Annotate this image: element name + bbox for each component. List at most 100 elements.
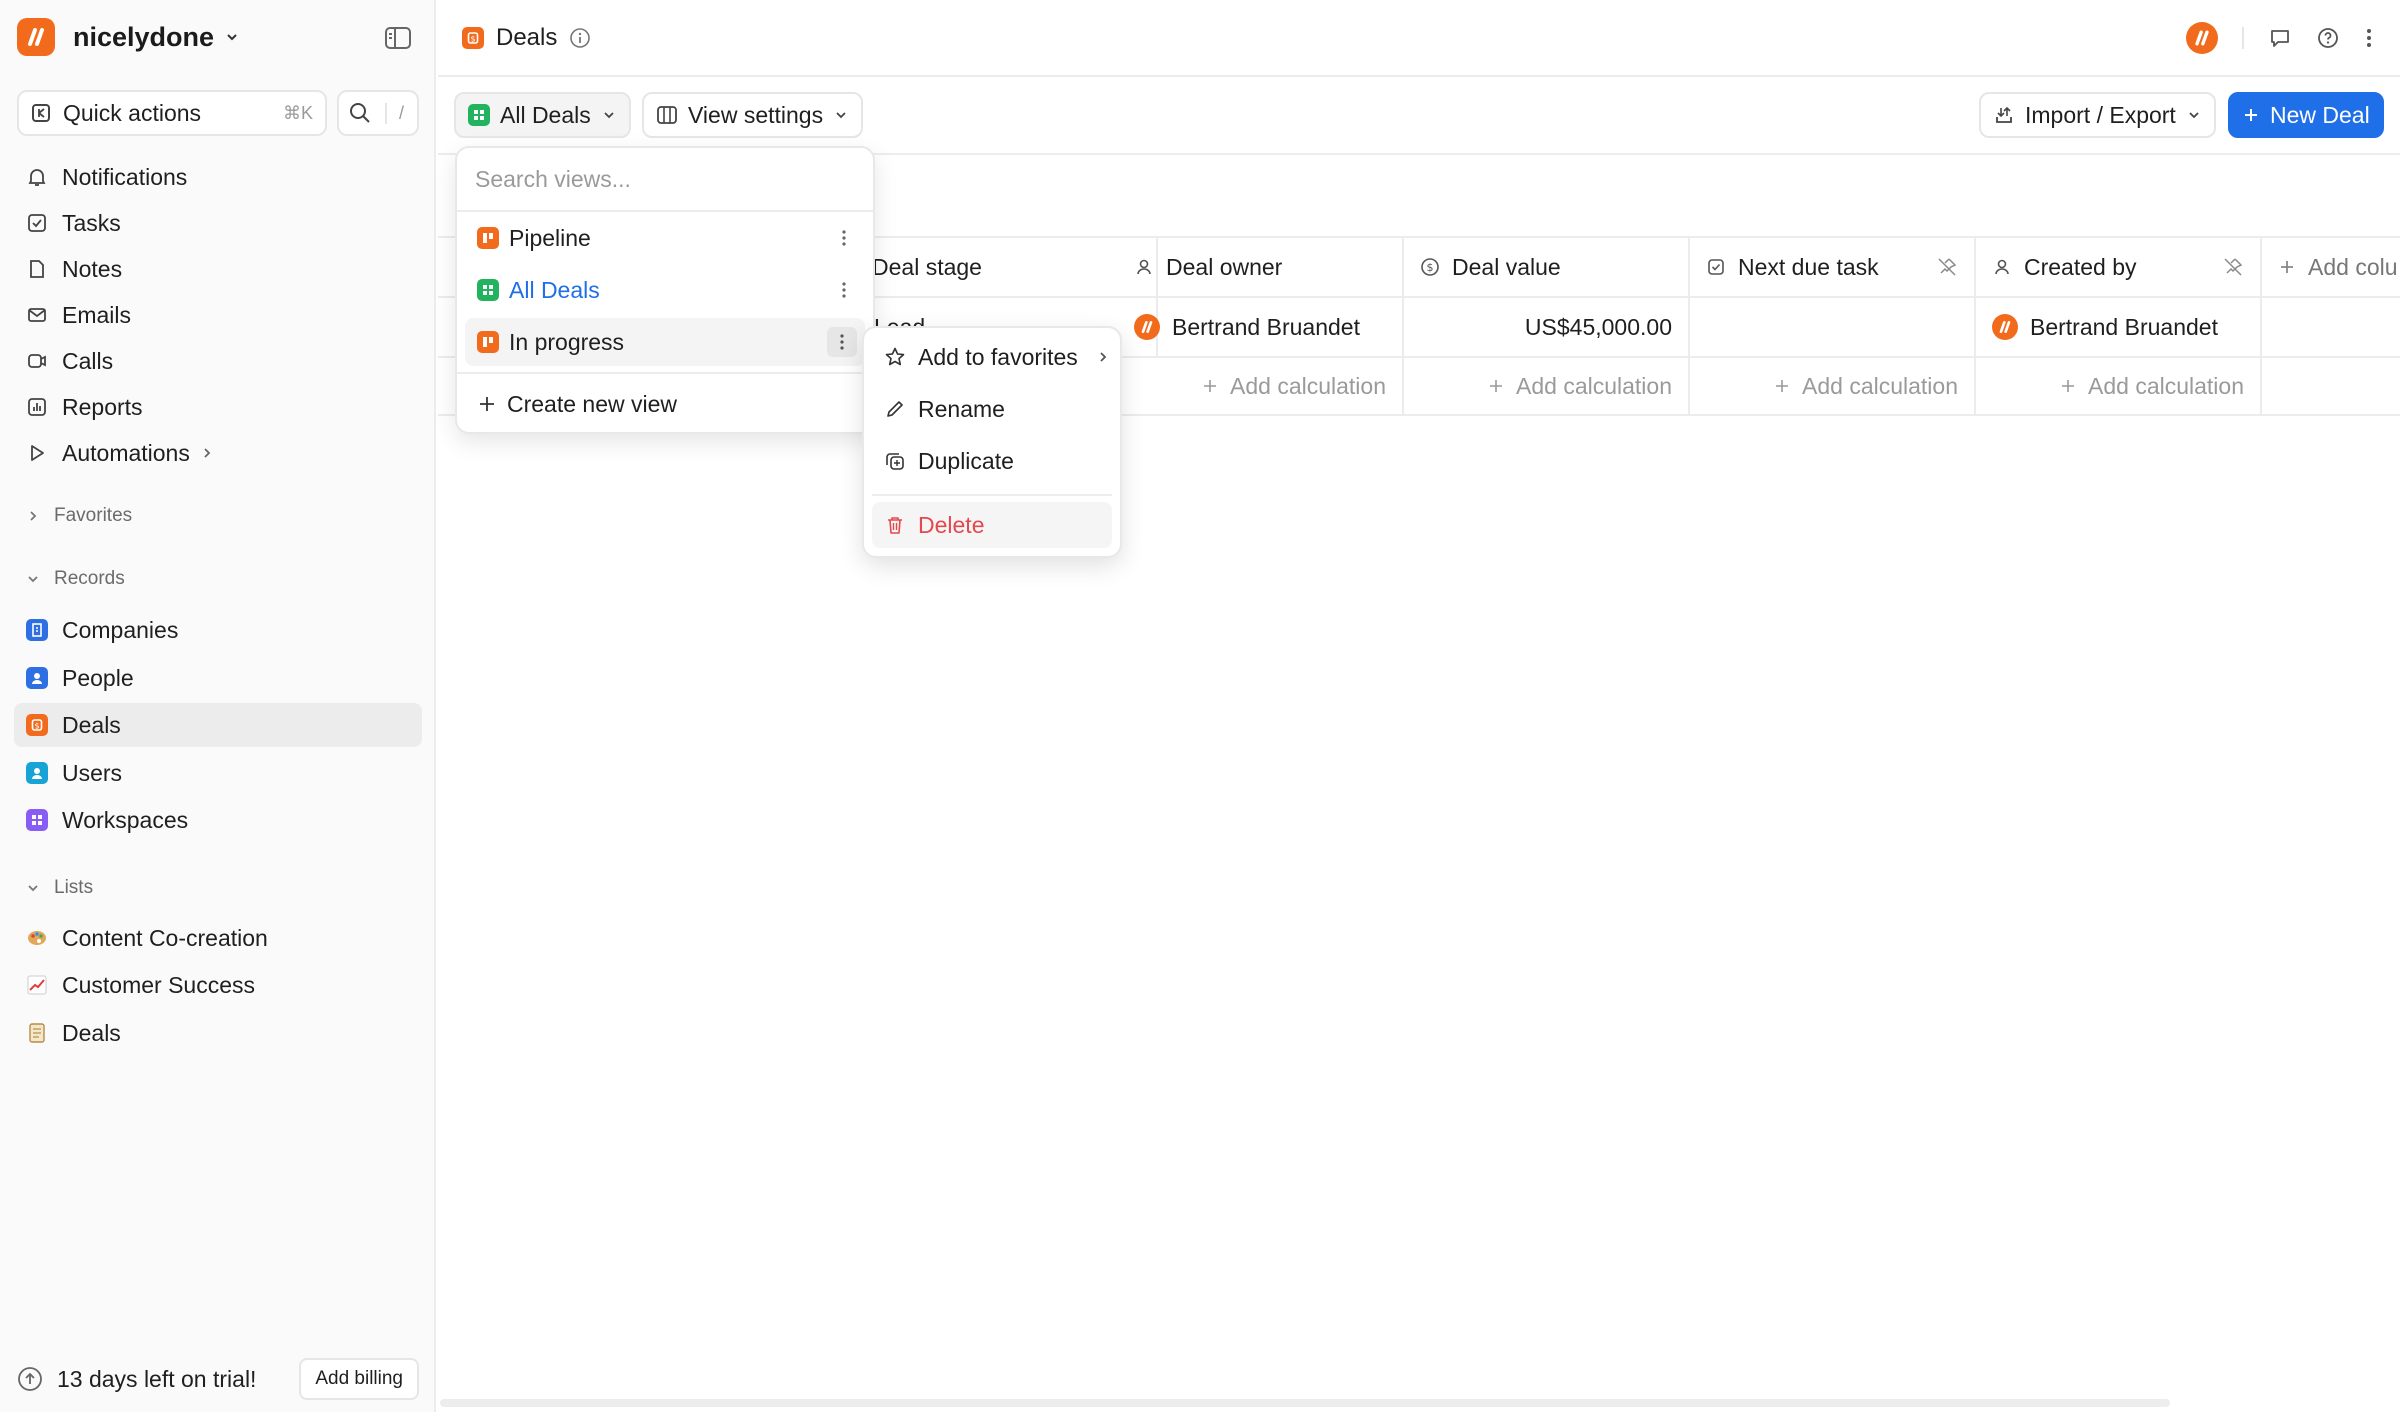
add-column-label: Add colu	[2308, 253, 2398, 280]
favorites-heading: Favorites	[54, 505, 133, 526]
building-icon	[26, 619, 48, 641]
column-header-deal-stage[interactable]: Deal stage	[858, 238, 1158, 296]
delete-item[interactable]: Delete	[872, 502, 1112, 548]
sidebar-item-users[interactable]: Users	[14, 751, 422, 795]
more-vertical-icon[interactable]	[827, 327, 857, 357]
import-export-button[interactable]: Import / Export	[1979, 92, 2216, 138]
column-header-label: Next due task	[1738, 253, 1879, 280]
add-calculation-button[interactable]: Add calculation	[1404, 358, 1690, 414]
duplicate-item[interactable]: Duplicate	[872, 438, 1112, 484]
add-to-favorites-item[interactable]: Add to favorites	[872, 334, 1112, 380]
sidebar-item-emails[interactable]: Emails	[14, 293, 422, 337]
deal-owner-value: Bertrand Bruandet	[1172, 313, 1360, 340]
view-item-pipeline[interactable]: Pipeline	[465, 214, 865, 262]
sidebar-item-label: Notifications	[62, 163, 188, 190]
trial-text: 13 days left on trial!	[57, 1365, 257, 1392]
sidebar-item-reports[interactable]: Reports	[14, 385, 422, 429]
divider	[457, 210, 873, 212]
chevron-right-icon	[200, 446, 214, 460]
divider	[872, 494, 1112, 496]
plus-icon	[1774, 378, 1790, 394]
workspace-name: nicelydone	[73, 21, 215, 52]
cell-empty	[2262, 298, 2400, 356]
more-vertical-icon[interactable]	[841, 228, 847, 248]
view-selector-button[interactable]: All Deals	[454, 92, 631, 138]
search-views-input[interactable]: Search views...	[475, 166, 631, 193]
sidebar-item-tasks[interactable]: Tasks	[14, 201, 422, 245]
add-column-button[interactable]: Add colu	[2262, 238, 2400, 296]
chevron-right-icon	[1096, 350, 1110, 364]
column-header-next-due-task[interactable]: Next due task	[1690, 238, 1976, 296]
cell-deal-value[interactable]: US$45,000.00	[1404, 298, 1690, 356]
sidebar-toggle-icon[interactable]	[384, 26, 412, 50]
view-selector-label: All Deals	[500, 101, 591, 128]
sidebar-item-automations[interactable]: Automations	[14, 431, 422, 475]
person-outline-icon	[1134, 257, 1154, 277]
view-item-label: All Deals	[509, 276, 600, 303]
sidebar-item-workspaces[interactable]: Workspaces	[14, 798, 422, 842]
sidebar-item-label: Deals	[62, 1019, 121, 1046]
add-calculation-button[interactable]: Add calculation	[1118, 358, 1404, 414]
more-vertical-icon[interactable]	[2364, 26, 2374, 50]
dollar-icon: $	[462, 27, 484, 49]
view-item-label: Pipeline	[509, 224, 591, 251]
column-header-created-by[interactable]: Created by	[1976, 238, 2262, 296]
menu-item-label: Duplicate	[918, 447, 1014, 474]
sidebar-item-people[interactable]: People	[14, 656, 422, 700]
sidebar-item-companies[interactable]: Companies	[14, 608, 422, 652]
more-vertical-icon[interactable]	[841, 280, 847, 300]
sidebar-item-content-co-creation[interactable]: Content Co-creation	[14, 916, 422, 960]
view-item-all-deals[interactable]: All Deals	[465, 266, 865, 314]
chat-icon[interactable]	[2268, 26, 2292, 50]
cell-next-due-task[interactable]	[1690, 298, 1976, 356]
ledger-icon	[26, 1022, 48, 1044]
sidebar-item-label: Customer Success	[62, 971, 256, 998]
records-heading: Records	[54, 568, 125, 589]
svg-text:$: $	[470, 35, 475, 44]
info-icon[interactable]	[569, 27, 591, 49]
view-settings-button[interactable]: View settings	[642, 92, 864, 138]
sidebar-item-customer-success[interactable]: Customer Success	[14, 963, 422, 1007]
horizontal-scrollbar[interactable]	[440, 1399, 2170, 1407]
sidebar-item-notifications[interactable]: Notifications	[14, 155, 422, 199]
quick-actions-button[interactable]: Quick actions ⌘K	[17, 90, 327, 136]
create-new-view-label: Create new view	[507, 390, 678, 417]
view-item-label: In progress	[509, 328, 625, 355]
create-new-view-button[interactable]: Create new view	[465, 380, 865, 428]
creator-avatar	[1992, 314, 2018, 340]
column-header-deal-value[interactable]: $ Deal value	[1404, 238, 1690, 296]
add-calculation-button[interactable]: Add calculation	[1976, 358, 2262, 414]
quick-actions-shortcut: ⌘K	[282, 102, 313, 123]
workspace-switcher[interactable]: nicelydone	[17, 18, 240, 56]
pin-off-icon[interactable]	[1936, 256, 1958, 278]
view-context-menu: Add to favorites Rename Duplicate Delete	[862, 326, 1122, 558]
cell-created-by[interactable]: Bertrand Bruandet	[1976, 298, 2262, 356]
page-title: Deals	[496, 24, 558, 51]
sidebar-item-notes[interactable]: Notes	[14, 247, 422, 291]
chevron-down-icon	[601, 107, 617, 123]
sidebar-item-label: Notes	[62, 255, 123, 282]
sidebar-item-deals[interactable]: $ Deals	[14, 703, 422, 747]
view-item-in-progress[interactable]: In progress	[465, 318, 865, 366]
column-header-deal-owner[interactable]: Deal owner	[1118, 238, 1404, 296]
sidebar-item-calls[interactable]: Calls	[14, 339, 422, 383]
add-calculation-button[interactable]: Add calculation	[1690, 358, 1976, 414]
new-deal-label: New Deal	[2270, 101, 2370, 128]
sidebar-search-button[interactable]: /	[337, 90, 419, 136]
rename-item[interactable]: Rename	[872, 386, 1112, 432]
cell-deal-owner[interactable]: Bertrand Bruandet	[1118, 298, 1404, 356]
sidebar-item-list-deals[interactable]: Deals	[14, 1011, 422, 1055]
sidebar-item-label: Content Co-creation	[62, 924, 268, 951]
lists-section-toggle[interactable]: Lists	[26, 877, 93, 899]
favorites-section-toggle[interactable]: Favorites	[26, 505, 132, 527]
quick-actions-label: Quick actions	[63, 99, 202, 126]
pin-off-icon[interactable]	[2222, 256, 2244, 278]
records-section-toggle[interactable]: Records	[26, 568, 125, 590]
help-icon[interactable]	[2316, 26, 2340, 50]
import-icon	[1993, 104, 2015, 126]
add-billing-button[interactable]: Add billing	[299, 1358, 419, 1400]
sidebar-item-label: Emails	[62, 301, 132, 328]
new-deal-button[interactable]: New Deal	[2228, 92, 2384, 138]
grid-icon	[468, 104, 490, 126]
user-avatar[interactable]	[2186, 22, 2218, 54]
